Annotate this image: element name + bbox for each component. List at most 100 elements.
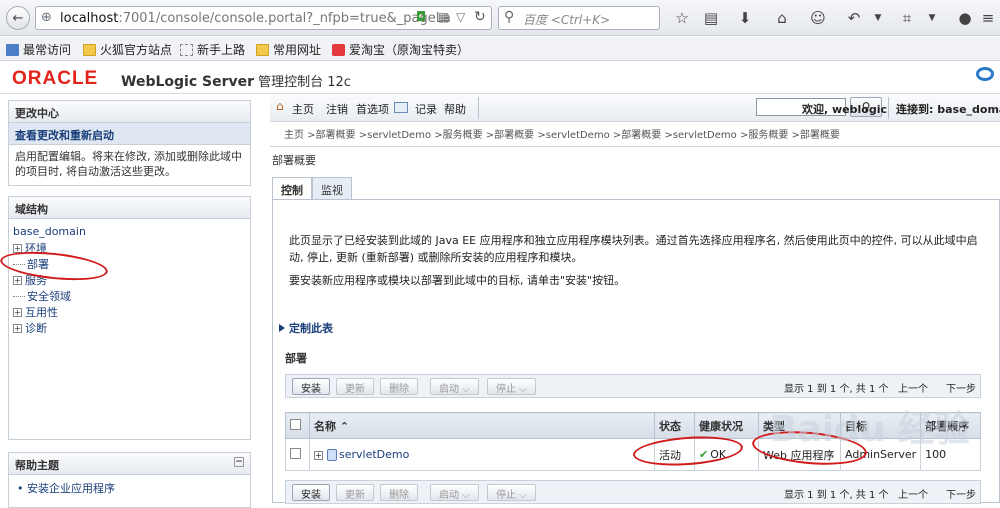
expand-icon[interactable]: +: [13, 323, 22, 333]
message-icon[interactable]: ●: [955, 8, 975, 28]
reload-icon[interactable]: ↻: [474, 9, 486, 25]
tree-item-diagnostics[interactable]: + 诊断: [13, 320, 246, 336]
change-center-description: 启用配置编辑。将来在修改, 添加或删除此域中的项目时, 将自动激活这些更改。: [15, 150, 242, 178]
help-link-install-app[interactable]: • 安装企业应用程序: [9, 475, 250, 501]
taobao-icon: [332, 43, 345, 56]
bookmark-aitaobao[interactable]: 爱淘宝（原淘宝特卖）: [332, 41, 469, 58]
delete-button-bottom[interactable]: 删除: [380, 484, 418, 501]
undo-icon[interactable]: ↶: [844, 8, 864, 28]
collapse-icon[interactable]: −: [234, 457, 244, 467]
column-state[interactable]: 状态: [654, 412, 695, 439]
deployments-toolbar-top: 安装 更新 删除 启动 ⌵ 停止 ⌵ 显示 1 到 1 个, 共 1 个 上一个…: [285, 374, 981, 398]
deployments-toolbar-bottom: 安装 更新 删除 启动 ⌵ 停止 ⌵ 显示 1 到 1 个, 共 1 个 上一个…: [285, 480, 981, 504]
stop-dropdown-button-bottom[interactable]: 停止 ⌵: [487, 484, 536, 501]
change-center-panel: 更改中心 查看更改和重新启动 启用配置编辑。将来在修改, 添加或删除此域中的项目…: [8, 100, 251, 186]
browser-search-input[interactable]: ⚲ 百度 <Ctrl+K>: [498, 6, 660, 30]
expand-icon[interactable]: +: [13, 243, 22, 253]
chat-icon[interactable]: ☺: [808, 8, 828, 28]
change-center-title: 更改中心: [9, 101, 250, 123]
folder-icon: [83, 43, 96, 56]
nav-home-link[interactable]: 主页: [292, 101, 314, 117]
shield-icon[interactable]: ◘: [416, 10, 426, 25]
oracle-logo: ORACLE: [12, 68, 99, 89]
expand-icon[interactable]: +: [13, 307, 22, 317]
prev-page-link-bottom[interactable]: 上一个: [898, 486, 928, 501]
column-name[interactable]: 名称 ⌃: [309, 412, 655, 439]
nav-preferences-link[interactable]: 首选项: [356, 101, 389, 117]
tree-item-interoperability[interactable]: + 互用性: [13, 304, 246, 320]
folder-icon: [256, 43, 269, 56]
bookmark-firefox[interactable]: 火狐官方站点: [83, 41, 172, 58]
tree-item-environment[interactable]: + 环境: [13, 240, 246, 256]
bookmark-icon: [6, 43, 19, 56]
breadcrumb[interactable]: 主页 >部署概要 >servletDemo >服务概要 >部署概要 >servl…: [284, 126, 840, 141]
weblogic-header: ORACLE WebLogic Server 管理控制台 12c: [0, 62, 1000, 94]
tree-item-services[interactable]: + 服务: [13, 272, 246, 288]
delete-button[interactable]: 删除: [380, 378, 418, 395]
install-button-bottom[interactable]: 安装: [292, 484, 330, 501]
bookmark-star-icon[interactable]: ☆: [672, 8, 692, 28]
row-select-cell[interactable]: [285, 438, 310, 471]
url-bar[interactable]: ⊕ localhost:7001/console/console.portal?…: [35, 6, 492, 30]
customize-table-link[interactable]: 定制此表: [279, 320, 333, 336]
update-button-bottom[interactable]: 更新: [336, 484, 374, 501]
nav-divider: [888, 97, 889, 119]
web-app-icon: [327, 449, 337, 461]
expand-triangle-icon: [279, 324, 285, 332]
install-hint-paragraph: 要安装新应用程序或模块以部署到此域中的目标, 请单击"安装"按钮。: [289, 274, 626, 287]
url-text: localhost:7001/console/console.portal?_n…: [60, 11, 451, 26]
start-dropdown-button-bottom[interactable]: 启动 ⌵: [430, 484, 479, 501]
download-icon[interactable]: ⬇: [735, 8, 755, 28]
start-dropdown-button[interactable]: 启动 ⌵: [430, 378, 479, 395]
home-icon[interactable]: ⌂: [772, 8, 792, 28]
bookmark-common-sites[interactable]: 常用网址: [256, 41, 321, 58]
domain-structure-title: 域结构: [9, 197, 250, 219]
tree-item-security-realms[interactable]: 安全领域: [13, 288, 246, 304]
install-button[interactable]: 安装: [292, 378, 330, 395]
reader-icon[interactable]: ▦: [438, 10, 449, 24]
prev-page-link[interactable]: 上一个: [898, 380, 928, 395]
select-all-checkbox[interactable]: [290, 418, 301, 430]
row-health-cell: ✔ OK: [694, 438, 759, 471]
back-icon[interactable]: ←: [6, 6, 30, 30]
browser-toolbar: ← ⊕ localhost:7001/console/console.porta…: [0, 0, 1000, 36]
search-placeholder: 百度 <Ctrl+K>: [523, 13, 611, 27]
select-all-header[interactable]: [285, 412, 310, 439]
menu-icon[interactable]: ≡: [978, 8, 998, 28]
nav-logout-link[interactable]: 注销: [326, 101, 348, 117]
tree-item-deployments[interactable]: 部署: [13, 256, 246, 272]
bookmarks-list-icon[interactable]: ▤: [701, 8, 721, 28]
row-expand-icon[interactable]: +: [314, 451, 323, 460]
view-changes-link[interactable]: 查看更改和重新启动: [9, 123, 250, 145]
globe-icon: ⊕: [41, 10, 52, 25]
page-title: 部署概要: [272, 154, 316, 167]
row-checkbox[interactable]: [290, 447, 301, 459]
crop-dropdown-icon[interactable]: ▼: [922, 8, 942, 28]
tab-monitoring[interactable]: 监视: [312, 177, 352, 199]
tree-line: [13, 295, 25, 297]
nav-record-link[interactable]: 记录: [415, 101, 437, 117]
update-button[interactable]: 更新: [336, 378, 374, 395]
next-page-link[interactable]: 下一步: [946, 380, 976, 395]
nav-help-link[interactable]: 帮助: [444, 101, 466, 117]
crop-icon[interactable]: ⌗: [897, 8, 917, 28]
expand-icon[interactable]: +: [13, 275, 22, 285]
domain-tree: base_domain + 环境 部署 + 服务 安全领域 + 互用性 + 诊断: [9, 219, 250, 342]
domain-structure-panel: 域结构 base_domain + 环境 部署 + 服务 安全领域 + 互用性 + 诊断: [8, 196, 251, 440]
bookmark-most-visited[interactable]: 最常访问: [6, 41, 71, 58]
bookmark-getting-started[interactable]: 新手上路: [180, 41, 245, 58]
stop-dropdown-button[interactable]: 停止 ⌵: [487, 378, 536, 395]
description-paragraph: 此页显示了已经安装到此域的 Java EE 应用程序和独立应用程序模块列表。通过…: [289, 234, 978, 264]
tree-line: [13, 263, 25, 265]
column-health[interactable]: 健康状况: [694, 412, 759, 439]
row-state-cell: 活动: [654, 438, 695, 471]
help-topics-title: 帮助主题: [15, 459, 59, 472]
undo-dropdown-icon[interactable]: ▼: [868, 8, 888, 28]
dropdown-icon[interactable]: ▽: [456, 10, 465, 24]
next-page-link-bottom[interactable]: 下一步: [946, 486, 976, 501]
app-name-link[interactable]: servletDemo: [339, 448, 409, 461]
tab-control[interactable]: 控制: [272, 177, 312, 199]
search-icon: ⚲: [504, 9, 515, 25]
tree-root-base-domain[interactable]: base_domain: [13, 225, 246, 238]
nav-divider: [478, 97, 479, 119]
